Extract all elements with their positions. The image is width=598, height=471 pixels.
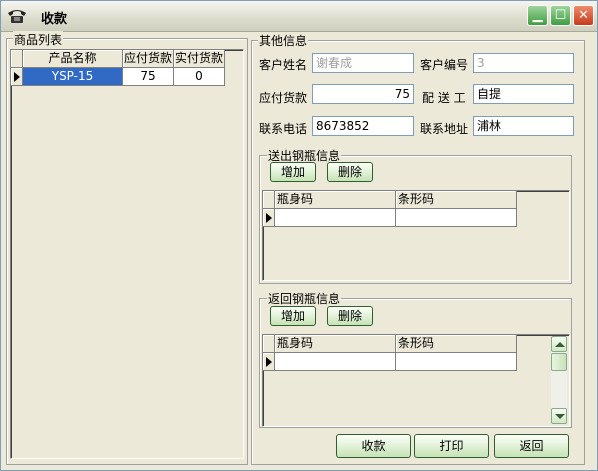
back-button[interactable]: 返回 <box>494 434 569 458</box>
minimize-icon: ▁ <box>532 8 543 23</box>
column-header-payable[interactable]: 应付货款 <box>123 50 174 68</box>
customer-name-label: 客户姓名 <box>259 58 308 72</box>
delivery-worker-field[interactable]: 自提 <box>473 84 574 104</box>
outgoing-cylinders-grid[interactable]: 瓶身码 条形码 <box>262 190 570 281</box>
column-header-paid[interactable]: 实付货款 <box>174 50 225 68</box>
scroll-up-button[interactable] <box>551 336 567 352</box>
close-icon: ✕ <box>578 8 589 23</box>
row-indicator[interactable] <box>11 68 23 86</box>
column-header-barcode[interactable]: 条形码 <box>396 191 517 209</box>
minimize-button[interactable]: ▁ <box>527 5 548 26</box>
cell-body-code[interactable] <box>275 209 396 227</box>
phone-field[interactable]: 8673852 <box>312 116 414 136</box>
grid-corner <box>11 50 23 68</box>
returned-cylinders-label: 返回钢瓶信息 <box>267 290 342 307</box>
collect-payment-window: 收款 ▁ ☐ ✕ 商品列表 产品名称 应付货款 实付货款 YSP-15 75 0… <box>0 0 598 471</box>
row-pointer-icon <box>14 72 20 82</box>
product-grid[interactable]: 产品名称 应付货款 实付货款 YSP-15 75 0 <box>10 49 244 459</box>
cell-payable[interactable]: 75 <box>123 68 174 86</box>
product-list-label: 商品列表 <box>13 31 64 48</box>
cell-body-code[interactable] <box>275 353 396 371</box>
vertical-scrollbar[interactable] <box>551 336 567 424</box>
grid-corner <box>263 191 275 209</box>
row-indicator[interactable] <box>263 209 275 227</box>
customer-no-field[interactable]: 3 <box>473 53 574 73</box>
customer-no-label: 客户编号 <box>420 58 469 72</box>
cell-product-name[interactable]: YSP-15 <box>23 68 123 86</box>
cell-barcode[interactable] <box>396 353 517 371</box>
delivery-worker-label: 配 送 工 <box>422 91 466 105</box>
cell-paid[interactable]: 0 <box>174 68 225 86</box>
print-button[interactable]: 打印 <box>414 434 489 458</box>
grid-corner <box>263 335 275 353</box>
cell-barcode[interactable] <box>396 209 517 227</box>
address-label: 联系地址 <box>420 122 469 136</box>
scroll-thumb[interactable] <box>551 353 567 371</box>
close-button[interactable]: ✕ <box>573 5 594 26</box>
other-info-label: 其他信息 <box>258 32 309 49</box>
column-header-barcode[interactable]: 条形码 <box>396 335 517 353</box>
row-pointer-icon <box>266 213 272 223</box>
maximize-button[interactable]: ☐ <box>550 5 571 26</box>
phone-icon <box>7 7 27 25</box>
window-title: 收款 <box>41 12 68 27</box>
outgoing-add-button[interactable]: 增加 <box>270 162 316 182</box>
row-indicator[interactable] <box>263 353 275 371</box>
address-field[interactable]: 浦林 <box>473 116 574 136</box>
row-pointer-icon <box>266 357 272 367</box>
payable-label: 应付货款 <box>259 91 308 105</box>
scroll-down-icon <box>555 414 565 419</box>
customer-name-field[interactable]: 谢春成 <box>312 53 414 73</box>
returned-delete-button[interactable]: 删除 <box>327 306 373 326</box>
returned-add-button[interactable]: 增加 <box>270 306 316 326</box>
column-header-body-code[interactable]: 瓶身码 <box>275 335 396 353</box>
returned-cylinders-grid[interactable]: 瓶身码 条形码 <box>262 334 570 427</box>
column-header-body-code[interactable]: 瓶身码 <box>275 191 396 209</box>
phone-label: 联系电话 <box>259 122 308 136</box>
collect-button[interactable]: 收款 <box>336 434 411 458</box>
column-header-product-name[interactable]: 产品名称 <box>23 50 123 68</box>
title-bar: 收款 ▁ ☐ ✕ <box>1 1 597 32</box>
payable-field[interactable]: 75 <box>312 84 414 104</box>
scroll-down-button[interactable] <box>551 408 567 424</box>
scroll-up-icon <box>555 342 565 347</box>
maximize-icon: ☐ <box>554 8 567 23</box>
outgoing-delete-button[interactable]: 删除 <box>327 162 373 182</box>
